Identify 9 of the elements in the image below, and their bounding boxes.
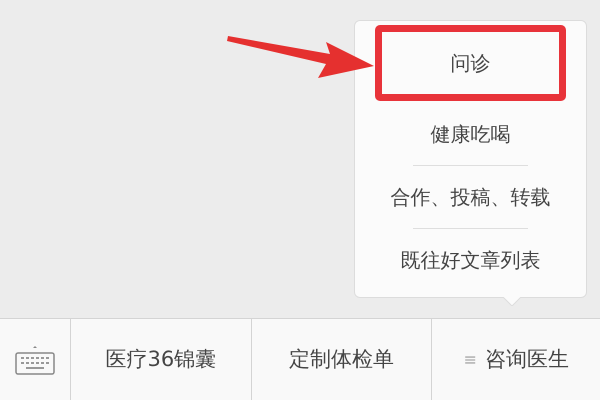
menu-item[interactable]: 既往好文章列表	[355, 229, 586, 291]
menu-list-icon: ≡	[463, 348, 477, 372]
keyboard-icon	[15, 344, 55, 374]
menu-tab[interactable]: 咨询医生	[484, 344, 569, 376]
menu-item[interactable]: 健康吃喝	[355, 103, 586, 165]
highlighted-menu-item[interactable]: 问诊	[375, 25, 566, 101]
menu-tab[interactable]: 医疗36锦囊	[70, 319, 251, 400]
menu-item[interactable]: 合作、投稿、转载	[355, 166, 586, 228]
menu-tab[interactable]: 定制体检单	[250, 319, 432, 400]
